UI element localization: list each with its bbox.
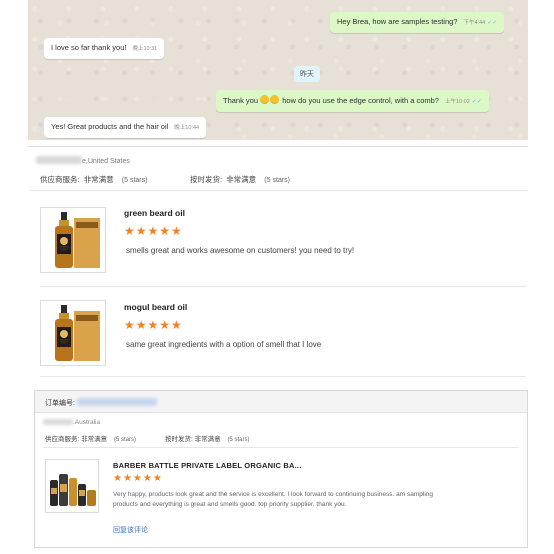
smile-emoji-icon — [270, 95, 280, 104]
divider — [43, 447, 519, 448]
on-time-rating: 按时发货: 非常满意 (5 stars) — [165, 433, 249, 443]
rating-label: 按时发货: — [165, 436, 193, 443]
message-text: Hey Brea, how are samples testing? — [337, 17, 458, 26]
reviewer-country: e,United States — [82, 158, 130, 165]
product-title[interactable]: BARBER BATTLE PRIVATE LABEL ORGANIC BA..… — [113, 461, 301, 470]
product-image[interactable] — [40, 207, 106, 273]
rating-stars-text: (5 stars) — [121, 177, 148, 184]
reviewer-country: .Australia — [73, 419, 101, 426]
rating-stars-text: (5 stars) — [264, 177, 290, 184]
order-review-card: 订单编号: .Australia 供应商服务: 非常满意 (5 stars) 按… — [34, 390, 528, 548]
read-ticks-icon: ✓✓ — [471, 99, 482, 105]
message-time: 晚上10:44 — [174, 125, 200, 131]
reply-comment-link[interactable]: 回复该评论 — [113, 525, 148, 535]
star-rating-icon: ★★★★★ — [124, 224, 183, 238]
review-comment: smells great and works awesome on custom… — [126, 246, 355, 255]
order-number-label: 订单编号: — [45, 400, 75, 407]
supplier-service-rating: 供应商服务: 非常满意 (5 stars) — [45, 433, 136, 443]
reviewer-info: .Australia — [43, 419, 100, 426]
message-time: 下午4:44 — [463, 20, 486, 26]
order-header: 订单编号: — [35, 391, 527, 413]
chat-panel: Hey Brea, how are samples testing? 下午4:44… — [28, 0, 528, 140]
product-name[interactable]: green beard oil — [124, 208, 185, 218]
review-comment: same great ingredients with a option of … — [126, 340, 322, 349]
product-name[interactable]: mogul beard oil — [124, 302, 187, 312]
message-text-prefix: Thank you — [223, 96, 259, 105]
rating-label: 供应商服务: — [45, 436, 80, 443]
chat-message-outgoing: Hey Brea, how are samples testing? 下午4:44… — [330, 12, 505, 33]
message-time: 上午10:02 — [444, 99, 470, 105]
smile-emoji-icon — [260, 95, 270, 104]
on-time-rating: 按时发货: 非常满意 (5 stars) — [190, 174, 290, 185]
product-image[interactable] — [40, 300, 106, 366]
star-rating-icon: ★★★★★ — [113, 473, 163, 484]
chat-message-incoming: I love so far thank you! 晚上10:31 — [44, 38, 165, 59]
divider — [40, 376, 526, 377]
divider — [28, 146, 528, 147]
product-image[interactable] — [45, 459, 99, 513]
rating-stars-text: (5 stars) — [113, 437, 136, 443]
date-separator: 昨天 — [294, 66, 320, 82]
rating-label: 供应商服务: — [40, 175, 80, 184]
review-comment: Very happy, products look great and the … — [113, 491, 433, 508]
read-ticks-icon: ✓✓ — [487, 20, 498, 26]
message-text: Yes! Great products and the hair oil — [51, 122, 169, 131]
rating-value: 非常满意 — [81, 436, 108, 443]
reviewer-name-blurred — [36, 156, 82, 164]
reviewer-name-blurred — [43, 419, 73, 425]
review-block: e,United States 供应商服务: 非常满意 (5 stars) 按时… — [30, 152, 530, 384]
divider — [30, 190, 528, 191]
order-number-blurred[interactable] — [76, 398, 157, 406]
supplier-service-rating: 供应商服务: 非常满意 (5 stars) — [40, 174, 147, 185]
message-text: how do you use the edge control, with a … — [280, 96, 439, 105]
rating-stars-text: (5 stars) — [227, 437, 250, 443]
rating-value: 非常满意 — [226, 175, 257, 184]
rating-value: 非常满意 — [83, 175, 114, 184]
rating-value: 非常满意 — [194, 436, 221, 443]
reviewer-info: e,United States — [36, 156, 130, 165]
chat-message-incoming: Yes! Great products and the hair oil 晚上10… — [44, 117, 207, 138]
chat-message-outgoing: Thank you how do you use the edge contro… — [216, 90, 489, 112]
message-time: 晚上10:31 — [132, 46, 158, 52]
star-rating-icon: ★★★★★ — [124, 318, 183, 332]
message-text: I love so far thank you! — [51, 43, 127, 52]
divider — [40, 286, 526, 287]
rating-label: 按时发货: — [190, 175, 223, 184]
